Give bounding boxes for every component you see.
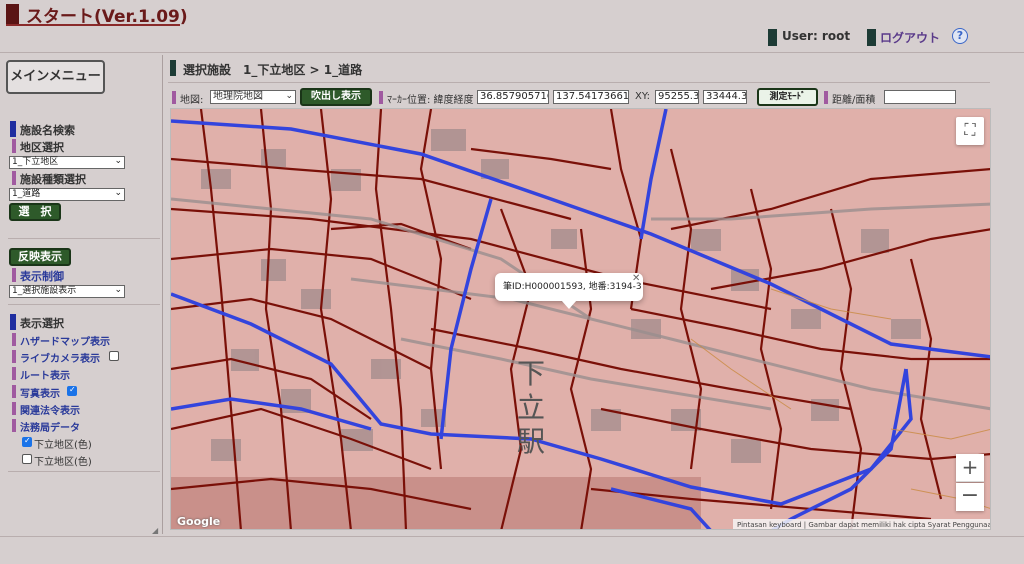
map-attribution[interactable]: Pintasan keyboard | Gambar dapat memilik…	[733, 519, 990, 529]
toolbar-marker	[824, 91, 828, 104]
layer-checkbox[interactable]	[22, 454, 32, 464]
station-label: 下立駅	[516, 357, 545, 458]
display-select-title: 表示選択	[20, 317, 64, 330]
facility-search-title: 施設名検索	[20, 124, 75, 137]
type-select-value: 1_道路	[12, 189, 41, 199]
user-label: User: root	[782, 29, 851, 43]
area-select[interactable]: 1_下立地区 ⌄	[9, 156, 125, 169]
section-marker	[10, 121, 16, 137]
distance-area-label: 距離/面積	[832, 95, 876, 106]
toolbar-marker	[379, 91, 383, 104]
breadcrumb: 選択施設 1_下立地区 > 1_道路	[183, 63, 363, 77]
item-marker	[12, 385, 16, 398]
map-type-value: 地理院地図	[213, 91, 263, 102]
reflect-button[interactable]: 反映表示	[9, 248, 71, 266]
map-canvas[interactable]: 下立駅 筆ID:H000001593, 地番:3194-3 ✕ ⛶ + − Go…	[170, 108, 991, 530]
photo-link[interactable]: 写真表示	[20, 385, 60, 400]
map-type-select[interactable]: 地理院地図 ⌄	[210, 90, 296, 104]
sub-marker	[12, 171, 16, 185]
type-select[interactable]: 1_道路 ⌄	[9, 188, 125, 201]
item-marker	[12, 333, 16, 346]
layer-checkbox[interactable]	[22, 436, 32, 447]
sidebar-border	[162, 55, 163, 534]
x-field[interactable]: 95255.3	[655, 90, 699, 104]
sidebar-divider	[8, 304, 160, 305]
display-control-label: 表示制御	[20, 270, 64, 283]
highlighted-roads	[171, 109, 990, 529]
map-label: 地図:	[180, 95, 204, 106]
latitude-field[interactable]: 36.857905716	[477, 90, 549, 104]
chevron-down-icon: ⌄	[114, 156, 122, 166]
section-marker	[10, 314, 16, 330]
resize-handle-icon[interactable]: ◢	[152, 526, 160, 535]
area-select-value: 1_下立地区	[12, 157, 59, 167]
chevron-down-icon: ⌄	[114, 285, 122, 295]
toolbar-marker	[172, 91, 176, 104]
xy-label: XY:	[635, 91, 650, 102]
zoom-out-button[interactable]: −	[956, 483, 984, 511]
legal-bureau-link[interactable]: 法務局データ	[20, 419, 80, 434]
sub-marker	[12, 139, 16, 153]
route-link[interactable]: ルート表示	[20, 367, 70, 382]
photo-checkbox[interactable]	[67, 385, 77, 396]
item-marker	[12, 402, 16, 415]
layer-label: 下立地区(色)	[34, 440, 92, 451]
bottom-divider	[0, 536, 1024, 537]
area-select-label: 地区選択	[20, 141, 64, 154]
parcel-boundaries	[171, 109, 990, 529]
sidebar-divider	[8, 471, 160, 472]
measure-mode-button[interactable]: 測定ﾓｰﾄﾞ	[757, 88, 818, 106]
layer-label: 下立地区(色)	[34, 457, 92, 468]
zoom-in-button[interactable]: +	[956, 454, 984, 482]
display-control-select[interactable]: 1_選択施設表示 ⌄	[9, 285, 125, 298]
chevron-down-icon: ⌄	[285, 91, 293, 101]
google-logo: Google	[177, 515, 221, 528]
title-underline	[6, 24, 180, 26]
logout-link[interactable]: ログアウト	[880, 29, 940, 46]
map-parcels-layer	[171, 109, 990, 529]
title-marker	[6, 4, 19, 24]
longitude-field[interactable]: 137.541736614	[553, 90, 629, 104]
display-control-value: 1_選択施設表示	[12, 286, 77, 296]
item-marker	[12, 350, 16, 363]
info-window-tail	[561, 300, 577, 309]
close-icon[interactable]: ✕	[632, 273, 640, 284]
help-icon[interactable]: ?	[952, 28, 968, 44]
item-marker	[12, 419, 16, 432]
chevron-down-icon: ⌄	[114, 188, 122, 198]
sub-marker	[12, 268, 16, 282]
live-camera-checkbox[interactable]	[109, 351, 119, 361]
type-select-label: 施設種類選択	[20, 173, 86, 186]
contour-lines	[690, 288, 990, 509]
hazard-map-link[interactable]: ハザードマップ表示	[20, 333, 110, 348]
popup-display-button[interactable]: 吹出し表示	[300, 88, 372, 106]
related-law-link[interactable]: 関連法令表示	[20, 402, 80, 417]
fullscreen-button[interactable]: ⛶	[956, 117, 984, 145]
user-marker	[768, 29, 777, 46]
breadcrumb-divider	[168, 82, 990, 83]
live-camera-link[interactable]: ライブカメラ表示	[20, 350, 100, 365]
item-marker	[12, 367, 16, 380]
sidebar-divider	[8, 238, 160, 239]
info-window: 筆ID:H000001593, 地番:3194-3	[495, 273, 643, 301]
header-divider	[0, 52, 1024, 53]
breadcrumb-marker	[170, 60, 176, 76]
marker-position-label: ﾏｰｶｰ位置: 緯度経度	[387, 95, 474, 106]
logout-marker	[867, 29, 876, 46]
main-menu-button[interactable]: メインメニュー	[6, 60, 105, 94]
y-field[interactable]: 33444.3	[703, 90, 747, 104]
select-button[interactable]: 選 択	[9, 203, 61, 221]
distance-area-field[interactable]	[884, 90, 956, 104]
